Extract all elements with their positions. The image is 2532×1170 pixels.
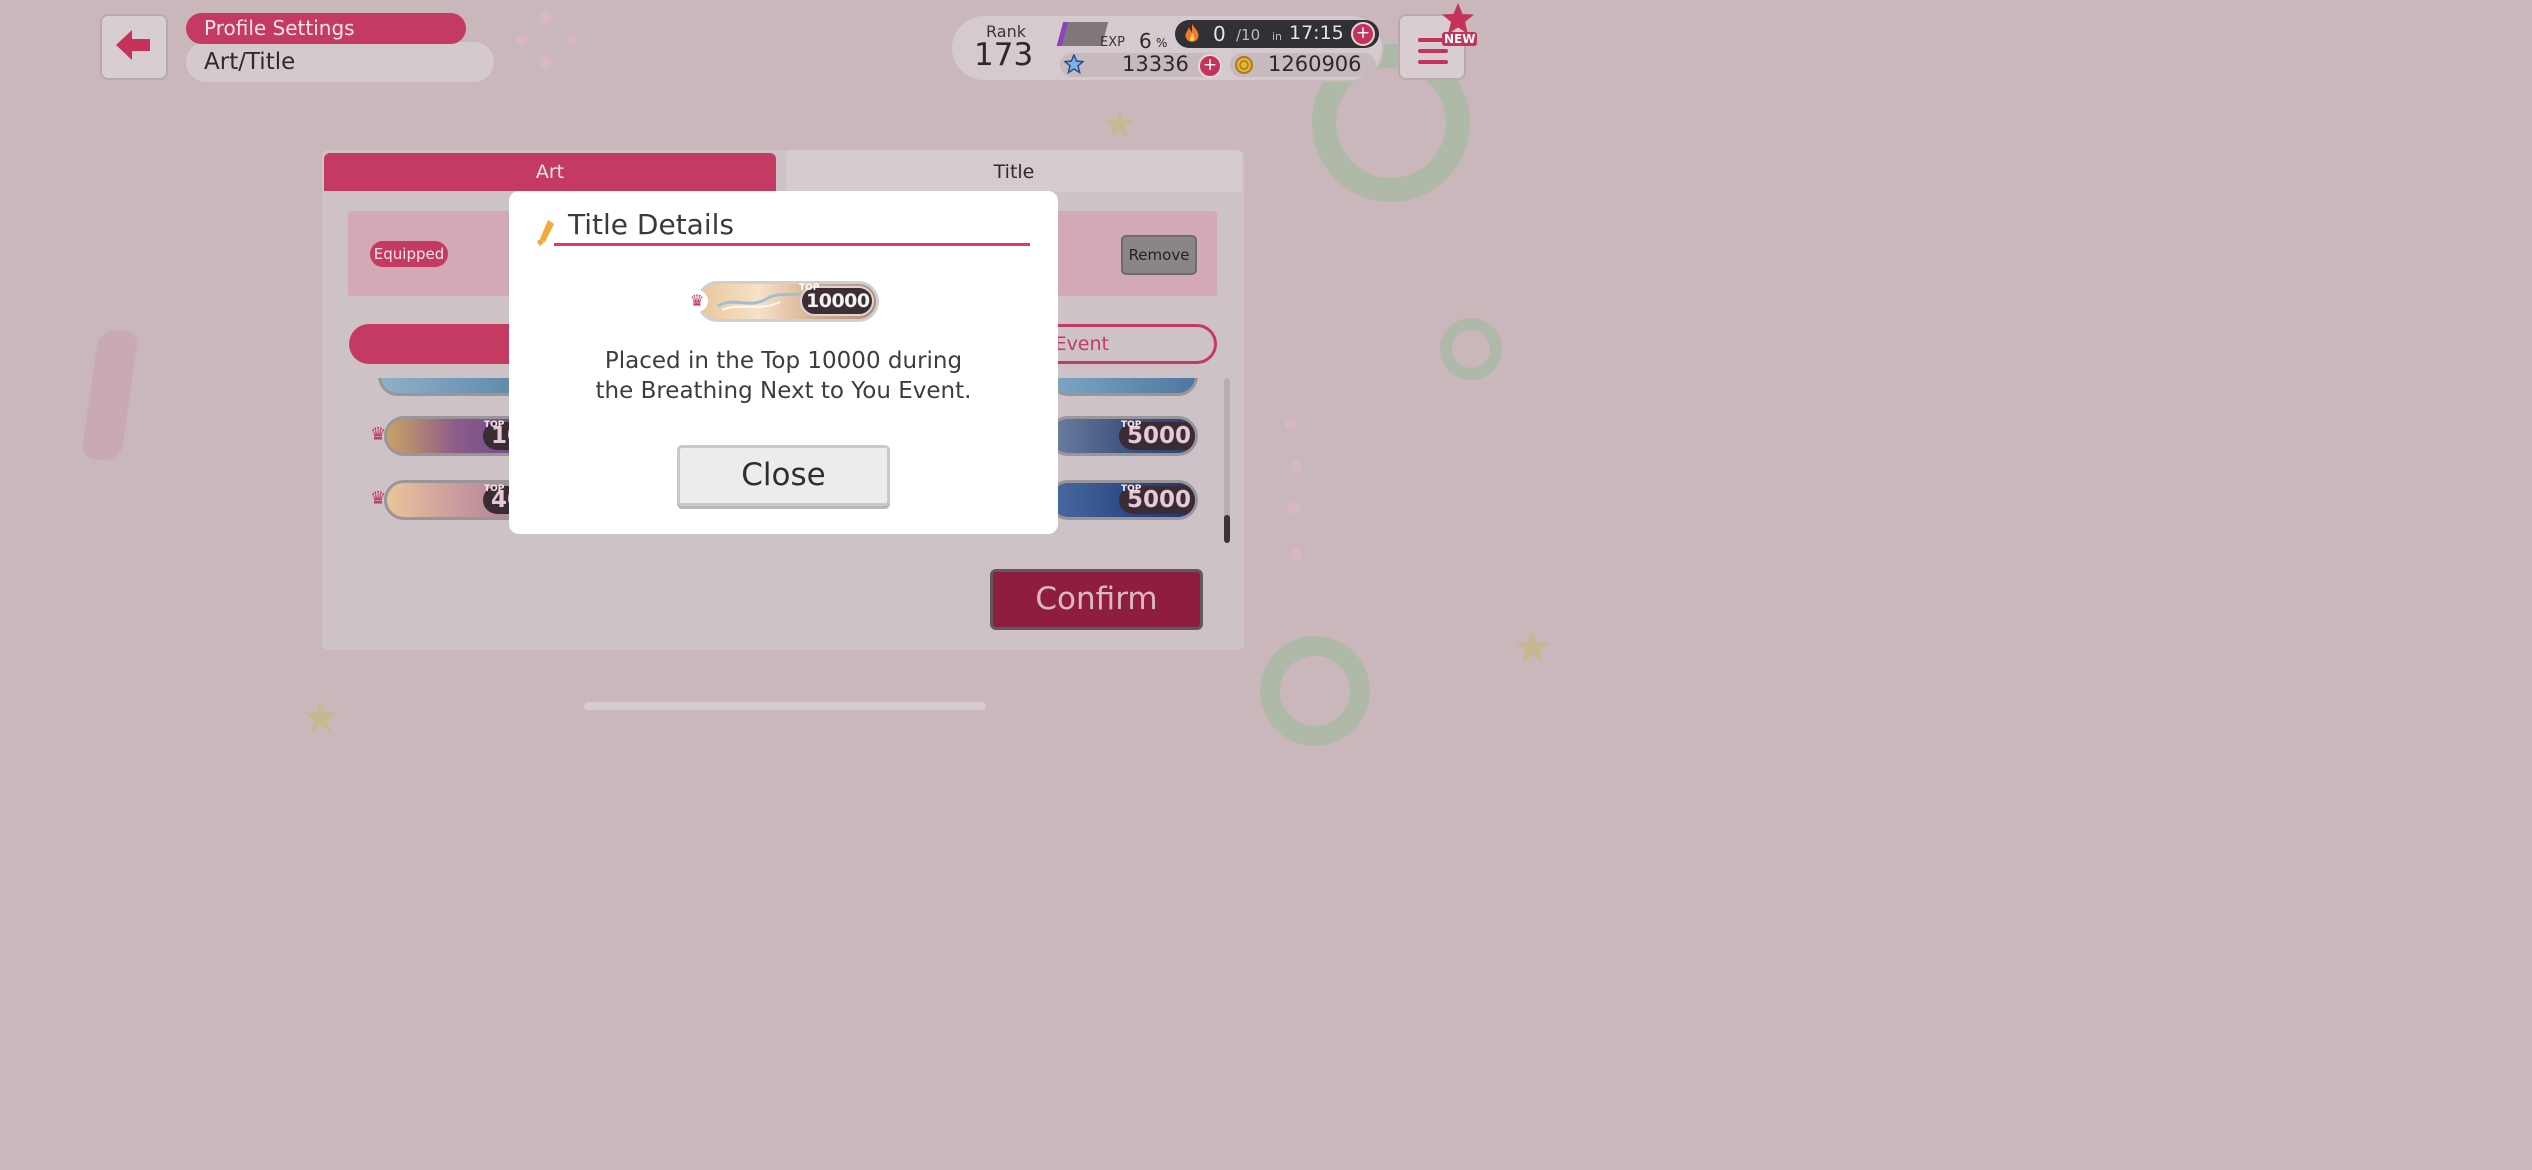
bg-dot-decoration xyxy=(1288,502,1300,514)
coin-icon xyxy=(1234,55,1254,79)
bg-star-decoration: ★ xyxy=(1512,620,1554,674)
hamburger-icon-line xyxy=(1418,49,1448,53)
close-button[interactable]: Close xyxy=(677,445,890,506)
new-badge: NEW xyxy=(1442,32,1478,46)
top-label: TOP xyxy=(1121,420,1142,430)
list-item[interactable] xyxy=(1048,378,1198,396)
exp-label: EXP xyxy=(1100,35,1125,50)
bg-dot-decoration xyxy=(1285,418,1297,430)
bg-dot-decoration xyxy=(540,56,552,68)
exp-value: 6 xyxy=(1139,29,1152,53)
back-button[interactable] xyxy=(100,14,168,80)
bg-dot-decoration xyxy=(540,12,552,24)
bg-dot-decoration xyxy=(566,34,578,46)
bg-dot-decoration xyxy=(1290,460,1302,472)
title-artwork-icon xyxy=(717,292,803,311)
crown-icon: ♛ xyxy=(686,290,708,312)
bg-star-decoration: ★ xyxy=(1102,102,1137,146)
top-label: TOP xyxy=(1121,484,1142,494)
dialog-description: Placed in the Top 10000 during the Breat… xyxy=(509,346,1058,406)
add-stamina-button[interactable]: + xyxy=(1351,22,1375,46)
flame-icon xyxy=(1183,24,1201,48)
bg-dot-decoration xyxy=(1290,548,1302,560)
exp-unit: % xyxy=(1156,36,1168,50)
list-item[interactable] xyxy=(378,378,528,396)
breadcrumb-section: Profile Settings xyxy=(186,13,466,44)
tab-art[interactable]: Art xyxy=(324,153,776,191)
stamina-max: /10 xyxy=(1236,26,1261,44)
stamina-timer: 17:15 xyxy=(1289,22,1344,44)
top-label: TOP xyxy=(484,484,505,494)
arrow-left-icon xyxy=(116,30,152,64)
list-scrollbar-thumb[interactable] xyxy=(1224,515,1230,543)
bg-dot-decoration xyxy=(516,34,528,46)
top-rank-value: 10000 xyxy=(806,290,870,312)
hamburger-icon-line xyxy=(1418,60,1448,64)
tab-title[interactable]: Title xyxy=(786,150,1242,192)
bg-ring-decoration xyxy=(1440,318,1502,380)
bg-bolt-decoration xyxy=(80,330,140,460)
list-item[interactable]: 5000 TOP xyxy=(1048,480,1198,520)
pen-icon xyxy=(536,218,558,252)
home-indicator[interactable] xyxy=(584,702,986,710)
list-item[interactable]: 5000 TOP xyxy=(1048,416,1198,456)
stamina-in-label: in xyxy=(1272,30,1283,43)
bg-ring-decoration xyxy=(1260,636,1370,746)
coin-count: 1260906 xyxy=(1268,52,1362,76)
dialog-title: Title Details xyxy=(568,208,734,241)
equipped-badge: Equipped xyxy=(370,241,448,267)
gem-count: 13336 xyxy=(1122,52,1189,76)
top-label: TOP xyxy=(484,420,505,430)
description-line-2: the Breathing Next to You Event. xyxy=(595,378,972,404)
dialog-title-underline xyxy=(554,243,1030,246)
star-gem-icon xyxy=(1063,53,1085,78)
add-gems-button[interactable]: + xyxy=(1198,54,1222,78)
stamina-current: 0 xyxy=(1213,22,1226,46)
rank-value: 173 xyxy=(974,37,1034,73)
remove-button[interactable]: Remove xyxy=(1121,235,1197,275)
breadcrumb-page: Art/Title xyxy=(186,42,494,82)
confirm-button[interactable]: Confirm xyxy=(990,569,1203,630)
bg-star-decoration: ★ xyxy=(300,690,342,744)
description-line-1: Placed in the Top 10000 during xyxy=(604,348,963,374)
